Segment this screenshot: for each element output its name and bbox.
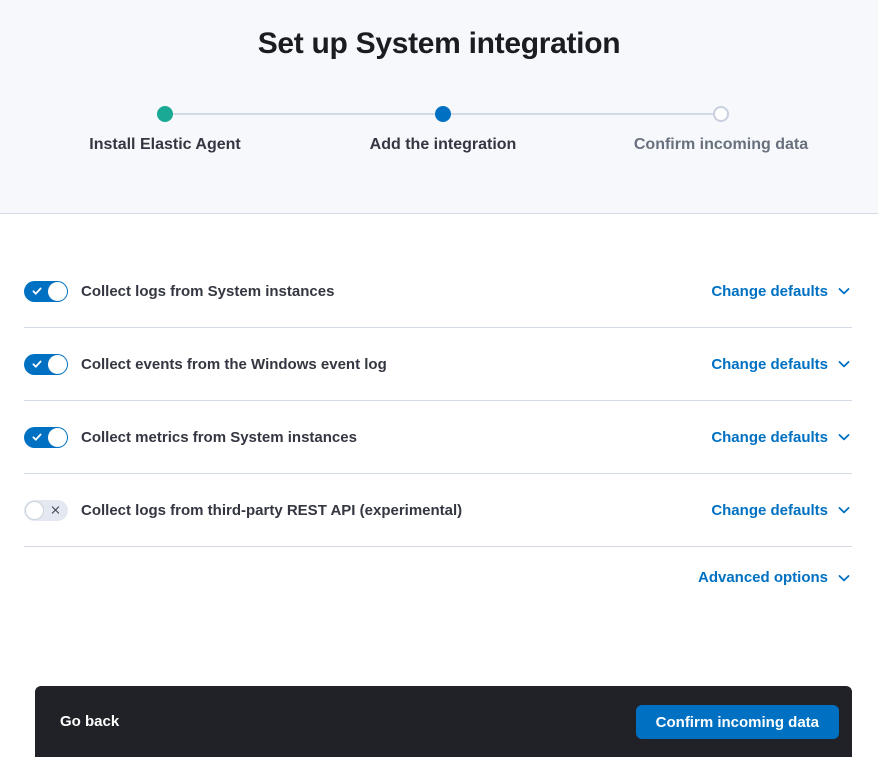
step-label: Add the integration [370, 135, 517, 154]
wizard-header: Set up System integration Install Elasti… [0, 0, 878, 214]
advanced-options-row: Advanced options [26, 547, 852, 608]
toggle-collect-logs[interactable] [24, 281, 68, 302]
change-defaults-label: Change defaults [711, 356, 828, 373]
check-icon [31, 285, 43, 297]
go-back-button[interactable]: Go back [60, 705, 119, 738]
cross-icon [50, 505, 61, 516]
option-row-collect-logs: Collect logs from System instances Chang… [24, 255, 852, 328]
toggle-knob [48, 428, 67, 447]
option-row-collect-rest-api-logs: Collect logs from third-party REST API (… [24, 474, 852, 547]
option-label[interactable]: Collect events from the Windows event lo… [81, 356, 387, 373]
advanced-options-label: Advanced options [698, 569, 828, 586]
option-row-collect-windows-events: Collect events from the Windows event lo… [24, 328, 852, 401]
step-add-the-integration: Add the integration [304, 106, 582, 154]
check-icon [31, 358, 43, 370]
option-label[interactable]: Collect logs from third-party REST API (… [81, 502, 462, 519]
chevron-down-icon [836, 429, 852, 445]
step-complete-dot-icon [157, 106, 173, 122]
change-defaults-label: Change defaults [711, 429, 828, 446]
toggle-collect-metrics[interactable] [24, 427, 68, 448]
toggle-knob [25, 501, 44, 520]
change-defaults-button[interactable]: Change defaults [711, 429, 852, 446]
option-label[interactable]: Collect metrics from System instances [81, 429, 357, 446]
step-confirm-incoming-data: Confirm incoming data [582, 106, 860, 154]
option-label[interactable]: Collect logs from System instances [81, 283, 334, 300]
bottom-bar: Go back Confirm incoming data [35, 686, 852, 757]
toggle-knob [48, 355, 67, 374]
horizontal-stepper: Install Elastic Agent Add the integratio… [26, 106, 860, 154]
toggle-knob [48, 282, 67, 301]
step-install-elastic-agent: Install Elastic Agent [26, 106, 304, 154]
page-title: Set up System integration [0, 0, 878, 63]
step-incomplete-dot-icon [713, 106, 729, 122]
chevron-down-icon [836, 283, 852, 299]
change-defaults-button[interactable]: Change defaults [711, 283, 852, 300]
chevron-down-icon [836, 502, 852, 518]
chevron-down-icon [836, 570, 852, 586]
check-icon [31, 431, 43, 443]
confirm-incoming-data-button[interactable]: Confirm incoming data [636, 705, 839, 739]
step-current-dot-icon [435, 106, 451, 122]
advanced-options-button[interactable]: Advanced options [698, 569, 852, 586]
change-defaults-button[interactable]: Change defaults [711, 502, 852, 519]
step-label: Confirm incoming data [634, 135, 808, 154]
setup-integration-screen: Set up System integration Install Elasti… [0, 0, 878, 757]
step-label: Install Elastic Agent [89, 135, 240, 154]
integration-settings: Collect logs from System instances Chang… [0, 255, 878, 608]
change-defaults-button[interactable]: Change defaults [711, 356, 852, 373]
change-defaults-label: Change defaults [711, 283, 828, 300]
option-row-collect-metrics: Collect metrics from System instances Ch… [24, 401, 852, 474]
toggle-collect-windows-events[interactable] [24, 354, 68, 375]
change-defaults-label: Change defaults [711, 502, 828, 519]
toggle-collect-rest-api-logs[interactable] [24, 500, 68, 521]
chevron-down-icon [836, 356, 852, 372]
data-stream-options-list: Collect logs from System instances Chang… [24, 255, 852, 547]
